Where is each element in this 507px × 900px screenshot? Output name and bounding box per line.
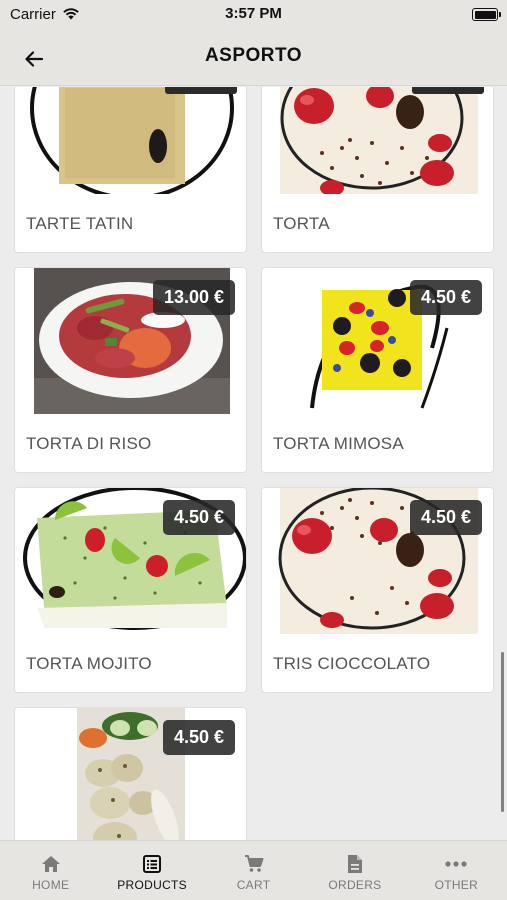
product-name: TORTA MOJITO bbox=[26, 654, 152, 673]
product-grid[interactable]: TARTE TATIN TORTA 13.00 € TORTA DI RISO … bbox=[0, 87, 507, 840]
price-badge: 4.50 € bbox=[162, 720, 235, 755]
page-title: ASPORTO bbox=[204, 45, 303, 66]
product-card[interactable]: 4.50 € bbox=[14, 707, 247, 840]
product-name: TARTE TATIN bbox=[26, 214, 134, 233]
product-card[interactable]: 13.00 € TORTA DI RISO bbox=[14, 267, 247, 473]
product-name: TORTA bbox=[273, 214, 330, 233]
tab-home[interactable]: HOME bbox=[0, 841, 101, 900]
product-image: 13.00 € bbox=[15, 268, 246, 414]
tab-orders[interactable]: ORDERS bbox=[304, 841, 405, 900]
product-name: TORTA MIMOSA bbox=[273, 434, 404, 453]
product-card[interactable]: 4.50 € TORTA MIMOSA bbox=[261, 267, 494, 473]
scroll-indicator[interactable] bbox=[501, 652, 504, 812]
tab-label: PRODUCTS bbox=[117, 878, 187, 892]
product-image: 4.50 € bbox=[262, 488, 493, 634]
tab-other[interactable]: OTHER bbox=[406, 841, 507, 900]
cart-icon bbox=[244, 854, 264, 874]
battery-icon bbox=[472, 8, 501, 21]
tab-label: ORDERS bbox=[328, 878, 382, 892]
status-bar: Carrier 3:57 PM bbox=[0, 0, 507, 32]
product-image: 4.50 € bbox=[15, 488, 246, 634]
price-badge: 4.50 € bbox=[409, 280, 482, 315]
tab-label: OTHER bbox=[434, 878, 479, 892]
tab-cart[interactable]: CART bbox=[203, 841, 304, 900]
product-name: TRIS CIOCCOLATO bbox=[273, 654, 431, 673]
product-card[interactable]: 4.50 € TORTA MOJITO bbox=[14, 487, 247, 693]
product-card[interactable]: TARTE TATIN bbox=[14, 87, 247, 253]
navigation-header: ASPORTO bbox=[0, 32, 507, 86]
price-badge: 4.50 € bbox=[162, 500, 235, 535]
document-icon bbox=[347, 854, 363, 874]
more-icon bbox=[445, 854, 467, 874]
tab-label: CART bbox=[236, 878, 271, 892]
tab-label: HOME bbox=[32, 878, 70, 892]
product-card[interactable]: 4.50 € TRIS CIOCCOLATO bbox=[261, 487, 494, 693]
tab-products[interactable]: PRODUCTS bbox=[101, 841, 202, 900]
price-badge: 13.00 € bbox=[152, 280, 235, 315]
product-image bbox=[15, 87, 246, 194]
clock: 3:57 PM bbox=[225, 5, 282, 22]
home-icon bbox=[41, 854, 61, 874]
product-card[interactable]: TORTA bbox=[261, 87, 494, 253]
price-badge: 4.50 € bbox=[409, 500, 482, 535]
list-icon bbox=[143, 854, 162, 874]
product-image: 4.50 € bbox=[15, 708, 246, 840]
product-image: 4.50 € bbox=[262, 268, 493, 414]
product-image bbox=[262, 87, 493, 194]
product-name: TORTA DI RISO bbox=[26, 434, 152, 453]
tab-bar: HOME PRODUCTS CART ORDERS OTHER bbox=[0, 840, 507, 900]
